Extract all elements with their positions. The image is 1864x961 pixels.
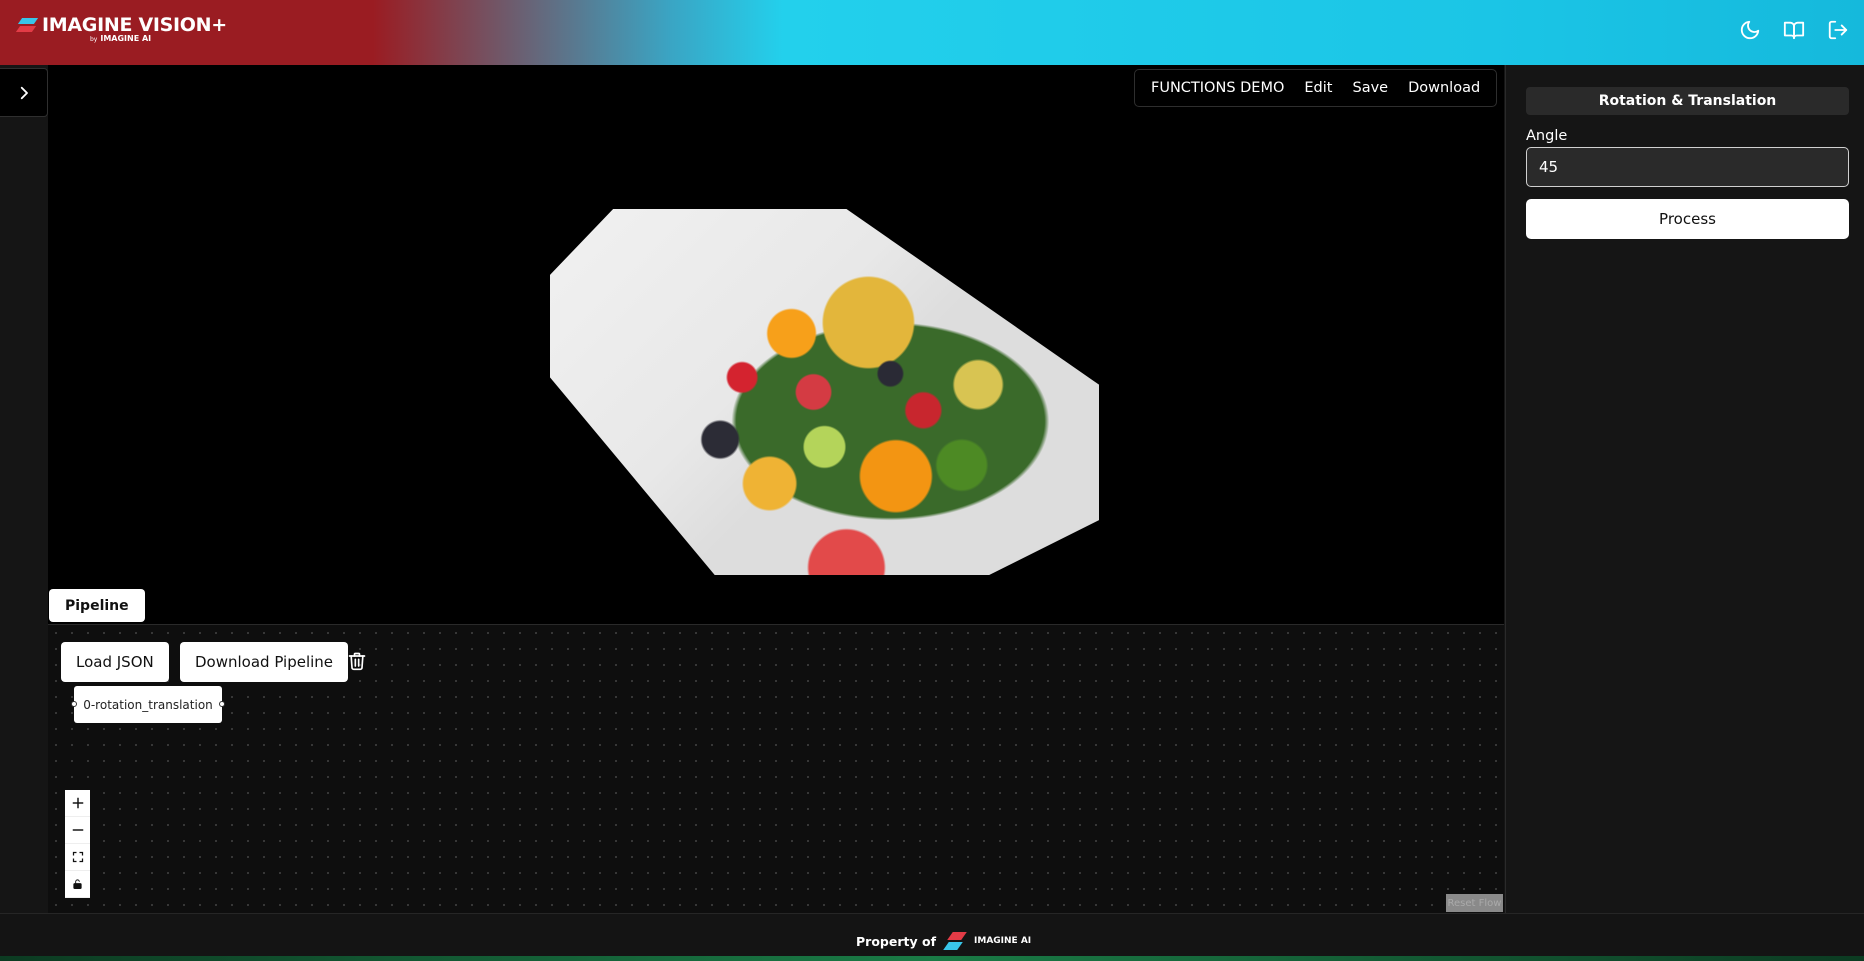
menu-functions-demo[interactable]: FUNCTIONS DEMO xyxy=(1141,80,1294,96)
flow-controls xyxy=(65,790,90,898)
lock-icon xyxy=(73,879,82,890)
plus-icon xyxy=(72,797,83,809)
lock-button[interactable] xyxy=(65,871,90,898)
fit-view-icon xyxy=(72,851,83,863)
footer-logo: IMAGINE AI xyxy=(974,936,1032,946)
process-button[interactable]: Process xyxy=(1526,199,1849,239)
menu-edit[interactable]: Edit xyxy=(1294,80,1342,96)
footer-accent-bar xyxy=(0,956,1864,961)
load-json-button[interactable]: Load JSON xyxy=(61,642,169,682)
app-logo[interactable]: IMAGINE VISION+ xyxy=(15,14,227,36)
reset-flow-button[interactable]: Reset Flow xyxy=(1446,894,1503,912)
menu-save[interactable]: Save xyxy=(1342,80,1398,96)
panel-title: Rotation & Translation xyxy=(1526,87,1849,115)
node-output-handle[interactable] xyxy=(219,701,225,707)
moon-icon[interactable] xyxy=(1738,18,1762,42)
node-input-handle[interactable] xyxy=(71,701,77,707)
download-pipeline-button[interactable]: Download Pipeline xyxy=(180,642,349,682)
header-actions xyxy=(1738,18,1850,42)
logo-text: IMAGINE VISION+ xyxy=(42,14,227,36)
image-canvas xyxy=(48,65,1504,625)
footer-property-text: Property of xyxy=(856,933,937,949)
logo-subtitle: by IMAGINE AI xyxy=(90,34,152,43)
zoom-out-button[interactable] xyxy=(65,817,90,844)
angle-label: Angle xyxy=(1526,128,1568,144)
footer-logo-icon xyxy=(943,930,967,952)
fit-view-button[interactable] xyxy=(65,844,90,871)
menu-download[interactable]: Download xyxy=(1398,80,1490,96)
sidebar-toggle-button[interactable] xyxy=(0,68,48,117)
node-label: 0-rotation_translation xyxy=(83,697,213,712)
book-icon[interactable] xyxy=(1782,18,1806,42)
zoom-in-button[interactable] xyxy=(65,790,90,817)
fruit-platter-image xyxy=(550,209,1099,575)
function-panel: Rotation & Translation Angle Process xyxy=(1505,65,1864,913)
app-header: IMAGINE VISION+ by IMAGINE AI xyxy=(0,0,1864,65)
logo-mark-icon xyxy=(15,17,39,33)
footer: Property of IMAGINE AI xyxy=(0,913,1864,961)
minus-icon xyxy=(72,829,83,831)
chevron-right-icon xyxy=(20,86,28,99)
canvas-menubar: FUNCTIONS DEMO Edit Save Download xyxy=(1134,69,1498,107)
angle-input[interactable] xyxy=(1526,147,1849,187)
logout-icon[interactable] xyxy=(1826,18,1850,42)
trash-icon[interactable] xyxy=(345,649,369,673)
processed-image xyxy=(550,209,1099,575)
pipeline-node[interactable]: 0-rotation_translation xyxy=(71,686,225,723)
pipeline-tab[interactable]: Pipeline xyxy=(49,589,145,622)
footer-content: Property of IMAGINE AI xyxy=(856,930,1031,952)
